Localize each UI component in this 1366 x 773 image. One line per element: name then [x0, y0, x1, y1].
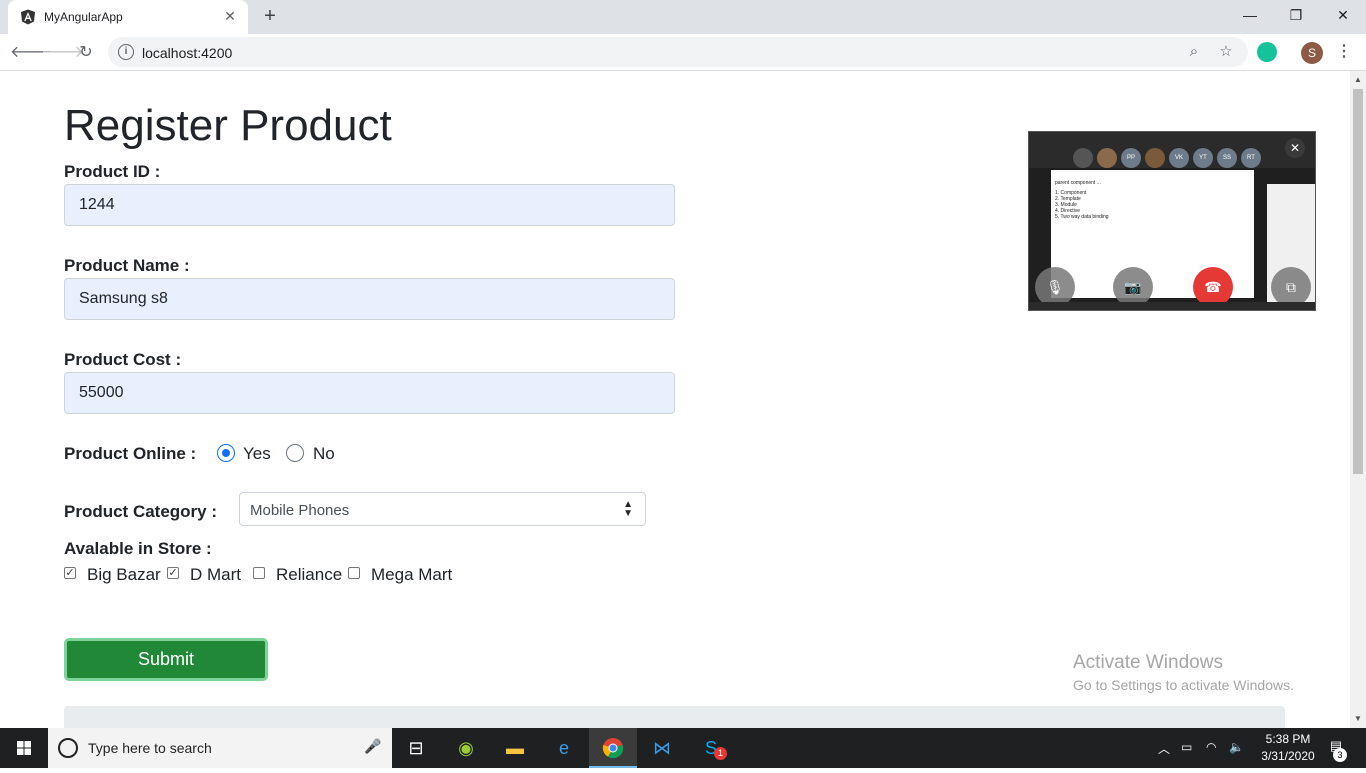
end-call-icon[interactable]: ☎	[1193, 267, 1233, 307]
address-bar[interactable]: i localhost:4200 ⌕ ☆	[108, 37, 1248, 67]
store-d-mart-checkbox[interactable]: ✓	[167, 567, 179, 579]
product-cost-label: Product Cost :	[64, 350, 182, 369]
minimize-icon[interactable]: —	[1234, 4, 1266, 26]
tab-close-icon[interactable]: ✕	[222, 8, 238, 24]
clock-time: 5:38 PM	[1265, 732, 1311, 746]
profile-avatar[interactable]: S	[1301, 42, 1323, 64]
tab-title: MyAngularApp	[44, 10, 123, 24]
category-selected-value: Mobile Phones	[250, 502, 350, 519]
video-call-participant-bar: PP VK YT SS RT	[1029, 132, 1315, 168]
participant-avatar: SS	[1217, 148, 1237, 168]
activate-windows-title: Activate Windows	[1073, 652, 1223, 673]
forward-arrow-icon[interactable]: 🡒	[41, 41, 84, 65]
available-in-store-label: Avalable in Store :	[64, 539, 212, 558]
select-caret-icon: ▲ ▼	[623, 499, 633, 519]
store-big-bazar-label: Big Bazar	[87, 565, 161, 584]
participant-avatar: VK	[1169, 148, 1189, 168]
start-button[interactable]	[0, 728, 48, 768]
windows-logo-icon	[17, 741, 31, 755]
product-online-label: Product Online :	[64, 444, 197, 463]
online-no-radio[interactable]	[286, 444, 304, 462]
browser-toolbar: 🡐 🡒 ↻ i localhost:4200 ⌕ ☆ S ⋮	[0, 34, 1366, 71]
shared-screen-line: parent component ...	[1055, 180, 1101, 186]
store-reliance-checkbox[interactable]	[253, 567, 265, 579]
participant-avatar	[1097, 148, 1117, 168]
volume-icon[interactable]: 🔈	[1229, 740, 1244, 754]
output-panel	[64, 706, 1285, 728]
chrome-menu-icon[interactable]: ⋮	[1336, 41, 1352, 65]
reload-icon[interactable]: ↻	[74, 41, 98, 65]
angular-icon	[21, 9, 35, 25]
task-view-icon[interactable]: ⊟	[392, 728, 440, 768]
store-mega-mart-checkbox[interactable]	[348, 567, 360, 579]
shared-screen-line: 5. Two way data binding	[1055, 214, 1109, 220]
page-title: Register Product	[64, 101, 392, 150]
product-name-input[interactable]	[64, 278, 675, 320]
skype-icon[interactable]: S1	[687, 728, 735, 768]
online-no-label: No	[313, 444, 335, 463]
bookmark-star-icon[interactable]: ☆	[1216, 42, 1236, 62]
product-id-input[interactable]	[64, 184, 675, 226]
store-d-mart-label: D Mart	[190, 565, 241, 584]
video-close-icon[interactable]: ✕	[1285, 138, 1305, 158]
wifi-icon[interactable]: ◠	[1206, 740, 1216, 754]
page-scrollbar[interactable]: ▲ ▼	[1350, 71, 1366, 728]
new-tab-button[interactable]: +	[259, 5, 281, 27]
mute-mic-icon[interactable]: 🎙	[1035, 267, 1075, 307]
taskbar-search-placeholder[interactable]: Type here to search	[88, 740, 212, 756]
browser-tab-strip: MyAngularApp ✕ + — ❐ ✕	[0, 0, 1366, 34]
clock-date: 3/31/2020	[1261, 749, 1315, 763]
participant-avatar: RT	[1241, 148, 1261, 168]
participant-avatar	[1145, 148, 1165, 168]
file-explorer-icon[interactable]: ▬	[491, 728, 539, 768]
microphone-icon[interactable]: 🎤	[364, 738, 381, 758]
product-category-label: Product Category :	[64, 502, 218, 521]
vscode-icon[interactable]: ⋈	[638, 728, 686, 768]
store-mega-mart-label: Mega Mart	[371, 565, 453, 584]
online-yes-label: Yes	[243, 444, 271, 463]
chrome-logo-icon	[602, 738, 624, 759]
grammarly-icon[interactable]	[1257, 42, 1277, 62]
store-big-bazar-checkbox[interactable]: ✓	[64, 567, 76, 579]
scroll-down-icon[interactable]: ▼	[1350, 712, 1366, 726]
edge-icon[interactable]: e	[540, 728, 588, 768]
skype-badge: 1	[714, 747, 727, 760]
windows-taskbar: Type here to search 🎤 ⊟ ◉ ▬ e ⋈ S1 ︿ ▭ ◠…	[0, 728, 1366, 768]
video-call-window[interactable]: PP VK YT SS RT parent component ... 1. C…	[1028, 131, 1316, 311]
android-studio-icon[interactable]: ◉	[442, 728, 490, 768]
window-close-icon[interactable]: ✕	[1327, 4, 1359, 26]
product-category-select[interactable]: Mobile Phones ▲ ▼	[239, 492, 646, 526]
battery-icon[interactable]: ▭	[1181, 740, 1192, 754]
participant-avatar	[1073, 148, 1093, 168]
scroll-up-icon[interactable]: ▲	[1350, 73, 1366, 87]
product-name-label: Product Name :	[64, 256, 190, 275]
back-arrow-icon[interactable]: 🡐	[10, 41, 53, 65]
store-reliance-label: Reliance	[276, 565, 343, 584]
product-id-label: Product ID :	[64, 162, 161, 181]
url-text[interactable]: localhost:4200	[142, 45, 232, 61]
tray-chevron-icon[interactable]: ︿	[1158, 740, 1170, 757]
cortana-icon	[58, 738, 78, 758]
site-info-icon[interactable]: i	[118, 44, 134, 60]
shared-screen-taskbar	[1029, 302, 1315, 310]
product-cost-input[interactable]	[64, 372, 675, 414]
taskbar-search[interactable]: Type here to search 🎤	[48, 728, 392, 768]
scroll-thumb[interactable]	[1353, 89, 1363, 474]
expand-window-icon[interactable]: ⧉	[1271, 267, 1311, 307]
online-yes-radio[interactable]	[217, 444, 235, 462]
activate-windows-subtitle: Go to Settings to activate Windows.	[1073, 677, 1294, 693]
chrome-icon[interactable]	[589, 728, 637, 768]
browser-tab[interactable]: MyAngularApp ✕	[8, 0, 248, 34]
participant-avatar: PP	[1121, 148, 1141, 168]
taskbar-clock[interactable]: 5:38 PM 3/31/2020	[1255, 731, 1321, 765]
restore-icon[interactable]: ❐	[1280, 4, 1312, 26]
participant-avatar: YT	[1193, 148, 1213, 168]
notification-count-badge: 3	[1333, 748, 1347, 762]
camera-off-icon[interactable]: 📷	[1113, 267, 1153, 307]
page-viewport: Register Product Product ID : Product Na…	[0, 71, 1350, 728]
submit-button[interactable]: Submit	[64, 638, 268, 681]
zoom-icon[interactable]: ⌕	[1184, 42, 1204, 62]
